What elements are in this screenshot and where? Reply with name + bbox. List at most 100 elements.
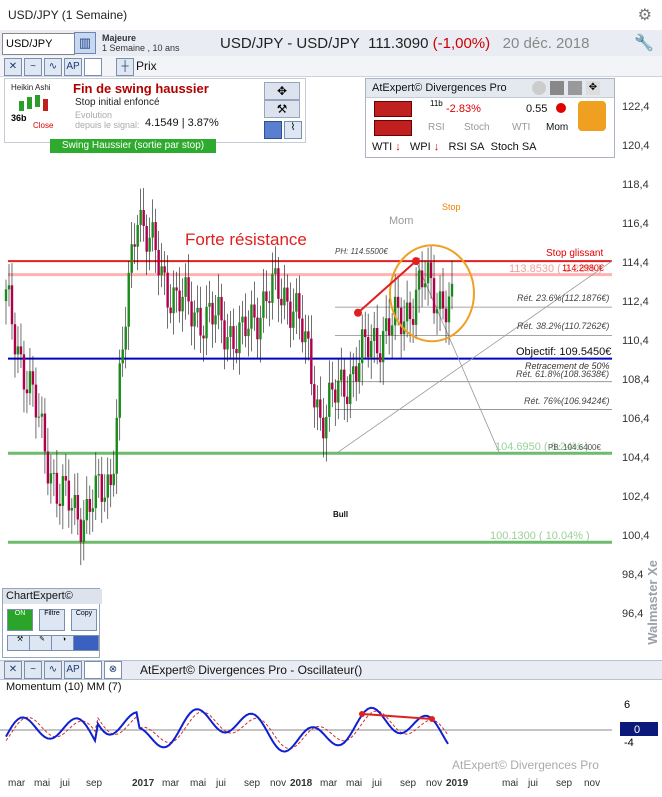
- filtre-button[interactable]: Filtre: [39, 609, 65, 631]
- candle-body: [10, 285, 14, 325]
- x-tick-label: nov: [584, 778, 601, 789]
- move-icon[interactable]: ✥: [264, 82, 300, 100]
- div-pct: -2.83%: [446, 103, 481, 115]
- trend-icon[interactable]: ⌇: [284, 121, 302, 139]
- candle-body: [310, 338, 313, 385]
- div-bull-button[interactable]: [374, 120, 412, 136]
- x-tick-label: mai: [34, 778, 51, 789]
- wrench-icon[interactable]: 🔧: [634, 33, 654, 53]
- chart-icon[interactable]: [264, 121, 282, 139]
- y-tick-label: 122,4: [622, 101, 650, 113]
- candle-body: [414, 289, 418, 325]
- oscillator-title: AtExpert© Divergences Pro - Oscillateur(…: [140, 663, 363, 677]
- candle-body: [214, 315, 217, 325]
- candle-body: [190, 301, 193, 327]
- on-button[interactable]: ON: [7, 609, 33, 631]
- div-stoch[interactable]: Stoch: [464, 122, 490, 133]
- candles-icon: [19, 95, 48, 111]
- osc-wave-icon[interactable]: ∿: [44, 661, 62, 679]
- x-tick-label: mai: [190, 778, 207, 789]
- book-icon[interactable]: ▥: [74, 32, 96, 54]
- candle-body: [16, 346, 20, 355]
- osc-ap-icon[interactable]: AP: [64, 661, 82, 679]
- bell-icon[interactable]: [578, 101, 606, 131]
- div-wti2[interactable]: WTI: [372, 141, 392, 153]
- osc-copyright: AtExpert© Divergences Pro: [452, 758, 599, 772]
- candle-body: [166, 272, 169, 308]
- candle-body: [19, 346, 23, 355]
- osc-close-icon[interactable]: ⊗: [104, 661, 122, 679]
- candle-body: [256, 317, 259, 340]
- candle-body: [76, 494, 80, 520]
- candle-body: [253, 304, 256, 318]
- candle-body: [115, 417, 118, 474]
- gear-icon[interactable]: ⚙: [638, 5, 652, 25]
- y-tick-label: 120,4: [622, 140, 650, 152]
- main-toolbar: ▥ Majeure 1 Semaine , 10 ans USD/JPY - U…: [0, 30, 662, 57]
- osc-ind-icon[interactable]: ~: [24, 661, 42, 679]
- ap-icon[interactable]: AP: [64, 58, 82, 76]
- candle-body: [226, 337, 229, 350]
- candle-body: [423, 283, 427, 288]
- wave-icon[interactable]: ∿: [44, 58, 62, 76]
- div-stoch-sa[interactable]: Stoch SA: [491, 141, 537, 153]
- hammer-icon[interactable]: ⚒: [264, 100, 300, 118]
- candle-body: [130, 244, 133, 273]
- div-wpi[interactable]: WPI: [410, 141, 431, 153]
- annotation-forte: Forte résistance: [185, 230, 307, 249]
- candle-body: [363, 329, 367, 338]
- osc-blank-icon[interactable]: [84, 661, 102, 679]
- candle-body: [64, 476, 68, 481]
- candle-body: [447, 296, 451, 323]
- div-rsi[interactable]: RSI: [428, 122, 445, 133]
- div-rsi-sa[interactable]: RSI SA: [448, 141, 484, 153]
- candle-body: [259, 317, 262, 340]
- chartexpert-title: ChartExpert©: [3, 589, 102, 604]
- div-bear-button[interactable]: [374, 101, 412, 117]
- candle-body: [358, 363, 361, 382]
- blank-icon[interactable]: [84, 58, 102, 76]
- candle-body: [372, 327, 376, 341]
- copy-button[interactable]: Copy: [71, 609, 97, 631]
- candle-body: [151, 222, 154, 238]
- indicator-icon[interactable]: ~: [24, 58, 42, 76]
- candle-body: [429, 262, 433, 279]
- div-wti[interactable]: WTI: [512, 122, 530, 133]
- refresh-icon[interactable]: [532, 81, 546, 95]
- candle-body: [70, 507, 74, 511]
- y-tick-label: 98,4: [622, 569, 644, 581]
- candle-body: [31, 371, 35, 385]
- candle-body: [361, 329, 364, 364]
- candle-body: [450, 283, 454, 297]
- candle-body: [435, 309, 439, 314]
- candle-body: [378, 353, 382, 363]
- div-mom[interactable]: Mom: [546, 122, 568, 133]
- candle-body: [169, 307, 172, 314]
- candle-icon[interactable]: ┼: [116, 58, 134, 76]
- candle-body: [393, 296, 397, 326]
- symbol-input[interactable]: [2, 33, 75, 55]
- level-lines: [8, 260, 613, 544]
- x-tick-label: 2017: [132, 778, 155, 789]
- main-symbol: USD/JPY - USD/JPY 111.3090 (-1,00%) 20 d…: [220, 35, 589, 52]
- lock-icon[interactable]: [550, 81, 564, 95]
- brush-icon[interactable]: [73, 635, 99, 651]
- osc-div-dot-1: [359, 711, 365, 717]
- list-selector[interactable]: Majeure 1 Semaine , 10 ans: [102, 33, 180, 53]
- candle-body: [235, 348, 238, 354]
- candle-body: [142, 210, 145, 226]
- price-date: 20 déc. 2018: [502, 35, 590, 52]
- close-label: Close: [33, 121, 54, 130]
- annotation-pb: PB: 104.6400€: [548, 443, 601, 452]
- y-tick-label: 106,4: [622, 413, 650, 425]
- bars-count: 36b: [11, 113, 27, 123]
- signal-stop: Stop initial enfoncé: [75, 97, 160, 108]
- osc-tools-icon[interactable]: ✕: [4, 661, 22, 679]
- move-panel-icon[interactable]: ✥: [586, 81, 600, 95]
- candle-body: [37, 416, 41, 418]
- pen-icon[interactable]: [568, 81, 582, 95]
- annotation-fib76: Rét. 76%(106.9424€): [524, 396, 610, 406]
- y-tick-label: 104,4: [622, 452, 650, 464]
- tools-icon[interactable]: ✕: [4, 58, 22, 76]
- candle-body: [369, 340, 373, 358]
